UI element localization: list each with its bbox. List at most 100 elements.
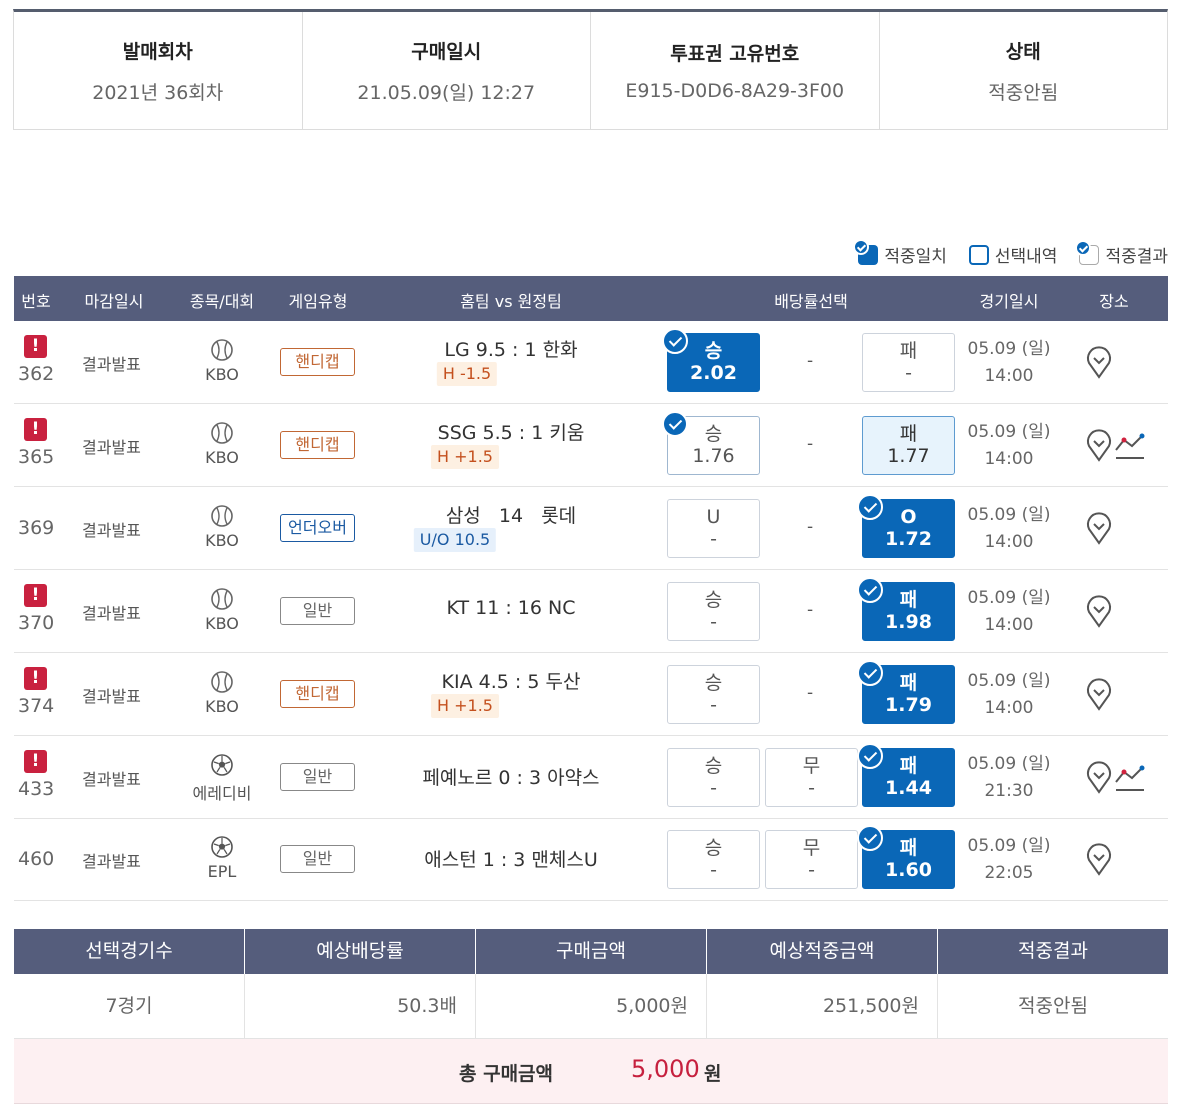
- match-teams: 페예노르 0 : 3 아약스: [422, 767, 600, 789]
- trend-chart-icon[interactable]: [1114, 430, 1146, 462]
- row-number: 369: [18, 517, 55, 539]
- map-pin-icon[interactable]: [1084, 759, 1114, 795]
- odds-option-home[interactable]: 승 -: [667, 582, 760, 641]
- handicap-tag: U/O 10.5: [413, 528, 497, 552]
- map-pin-icon[interactable]: [1084, 510, 1114, 546]
- odds-option-home[interactable]: 승 -: [667, 748, 760, 807]
- match-teams: 삼성 14 롯데: [445, 505, 577, 527]
- col-sport: 종목/대회: [189, 292, 255, 311]
- match-datetime: 05.09 (일) 14:00: [968, 419, 1051, 473]
- odds-option-home[interactable]: 승 1.76: [662, 411, 760, 475]
- odds-value: -: [905, 362, 912, 384]
- summary-value-row: 7경기 50.3배 5,000원 251,500원 적중안됨: [14, 974, 1168, 1039]
- odds-value: 1.79: [885, 694, 932, 716]
- table-row: ! 433 결과발표 에레디비 일반 페예노르 0 : 3 아약스 승 - 무 …: [14, 736, 1168, 819]
- purchase-summary: 선택경기수 예상배당률 구매금액 예상적중금액 적중결과 7경기 50.3배 5…: [14, 929, 1168, 1039]
- row-number: 365: [18, 446, 55, 468]
- odds-draw-empty: -: [807, 517, 814, 537]
- gametype-badge: 핸디캡: [280, 348, 355, 376]
- row-close-status: 결과발표: [82, 438, 141, 457]
- odds-option-under[interactable]: U -: [667, 499, 760, 558]
- odds-draw-empty: -: [807, 600, 814, 620]
- odds-value: -: [808, 777, 815, 799]
- summary-col-odds: 예상배당률: [245, 929, 476, 974]
- match-time: 21:30: [984, 781, 1034, 801]
- trend-chart-icon[interactable]: [1114, 762, 1146, 794]
- odds-option-home[interactable]: 승 2.02: [662, 328, 760, 392]
- col-gametype: 게임유형: [288, 292, 348, 311]
- legend-result: 적중결과: [1075, 239, 1168, 267]
- match-datetime: 05.09 (일) 14:00: [968, 336, 1051, 390]
- summary-col-games: 선택경기수: [14, 929, 245, 974]
- league-name: 에레디비: [192, 784, 252, 803]
- odds-value: 1.76: [692, 445, 735, 467]
- soccer-ball-icon: [211, 836, 233, 858]
- table-row: ! 374 결과발표 KBO 핸디캡 KIA 4.5 : 5 두산 H +1.5…: [14, 653, 1168, 736]
- map-pin-icon[interactable]: [1084, 841, 1114, 877]
- match-time: 14:00: [984, 532, 1034, 552]
- match-teams: LG 9.5 : 1 한화: [444, 339, 578, 361]
- summary-label: 발매회차: [122, 40, 193, 63]
- col-teams: 홈팀 vs 원정팀: [460, 292, 562, 311]
- summary-label: 상태: [1005, 40, 1041, 63]
- map-pin-icon[interactable]: [1084, 676, 1114, 712]
- odds-option-draw[interactable]: 무 -: [765, 830, 858, 889]
- odds-label: 패: [899, 340, 918, 362]
- gametype-badge: 일반: [280, 845, 355, 873]
- legend-select: 선택내역: [968, 242, 1057, 267]
- odds-draw-empty: -: [807, 434, 814, 454]
- table-row: 369 결과발표 KBO 언더오버 삼성 14 롯데 U/O 10.5 U - …: [14, 487, 1168, 570]
- odds-option-home[interactable]: 승 -: [667, 665, 760, 724]
- table-header: 번호 마감일시 종목/대회 게임유형 홈팀 vs 원정팀 배당률선택 경기일시 …: [14, 276, 1168, 321]
- summary-value: 적중안됨: [988, 81, 1059, 104]
- league-name: KBO: [205, 697, 239, 716]
- summary-ticket-id: 투표권 고유번호 E915-D0D6-8A29-3F00: [591, 12, 880, 129]
- row-close-status: 결과발표: [82, 521, 141, 540]
- match-datetime: 05.09 (일) 21:30: [968, 751, 1051, 805]
- total-purchase: 총 구매금액 5,000 원: [14, 1039, 1168, 1104]
- odds-value: -: [808, 859, 815, 881]
- match-date: 05.09 (일): [967, 339, 1051, 359]
- summary-odds-value: 50.3배: [245, 974, 476, 1038]
- check-badge-icon: [1075, 239, 1100, 265]
- odds-option-away[interactable]: 패 1.77: [862, 416, 955, 475]
- summary-label: 구매일시: [411, 40, 482, 63]
- check-badge-icon: [857, 660, 883, 686]
- check-badge-icon: [662, 411, 688, 437]
- map-pin-icon[interactable]: [1084, 344, 1114, 380]
- odds-label: 승: [704, 755, 723, 777]
- odds-label: 패: [899, 423, 918, 445]
- total-label: 총 구매금액: [459, 1063, 554, 1085]
- match-teams: SSG 5.5 : 1 키움: [437, 422, 585, 444]
- odds-option-away[interactable]: 패 1.98: [857, 577, 955, 641]
- map-pin-icon[interactable]: [1084, 593, 1114, 629]
- odds-option-away[interactable]: 패 1.79: [857, 660, 955, 724]
- odds-option-over[interactable]: O 1.72: [857, 494, 955, 558]
- odds-option-away[interactable]: 패 -: [862, 333, 955, 392]
- odds-label: U: [706, 506, 721, 528]
- odds-value: -: [710, 859, 717, 881]
- odds-label: 승: [704, 672, 723, 694]
- soccer-ball-icon: [211, 754, 233, 776]
- league-name: KBO: [205, 614, 239, 633]
- odds-option-draw[interactable]: 무 -: [765, 748, 858, 807]
- summary-value: 21.05.09(일) 12:27: [357, 81, 536, 104]
- match-datetime: 05.09 (일) 14:00: [968, 502, 1051, 556]
- map-pin-icon[interactable]: [1084, 427, 1114, 463]
- ticket-summary: 발매회차 2021년 36회차 구매일시 21.05.09(일) 12:27 투…: [13, 9, 1168, 130]
- row-close-status: 결과발표: [82, 852, 141, 871]
- match-date: 05.09 (일): [967, 505, 1051, 525]
- gametype-badge: 일반: [280, 763, 355, 791]
- row-number: 370: [18, 612, 55, 634]
- match-date: 05.09 (일): [967, 836, 1051, 856]
- odds-option-away[interactable]: 패 1.60: [857, 825, 955, 889]
- gametype-badge: 언더오버: [280, 514, 355, 542]
- odds-option-home[interactable]: 승 -: [667, 830, 760, 889]
- summary-amount-value: 5,000원: [476, 974, 707, 1038]
- check-badge-icon: [857, 577, 883, 603]
- row-close-status: 결과발표: [82, 355, 141, 374]
- odds-option-away[interactable]: 패 1.44: [857, 743, 955, 807]
- summary-games-value: 7경기: [14, 974, 245, 1038]
- table-row: ! 362 결과발표 KBO 핸디캡 LG 9.5 : 1 한화 H -1.5 …: [14, 321, 1168, 404]
- baseball-icon: [211, 339, 233, 361]
